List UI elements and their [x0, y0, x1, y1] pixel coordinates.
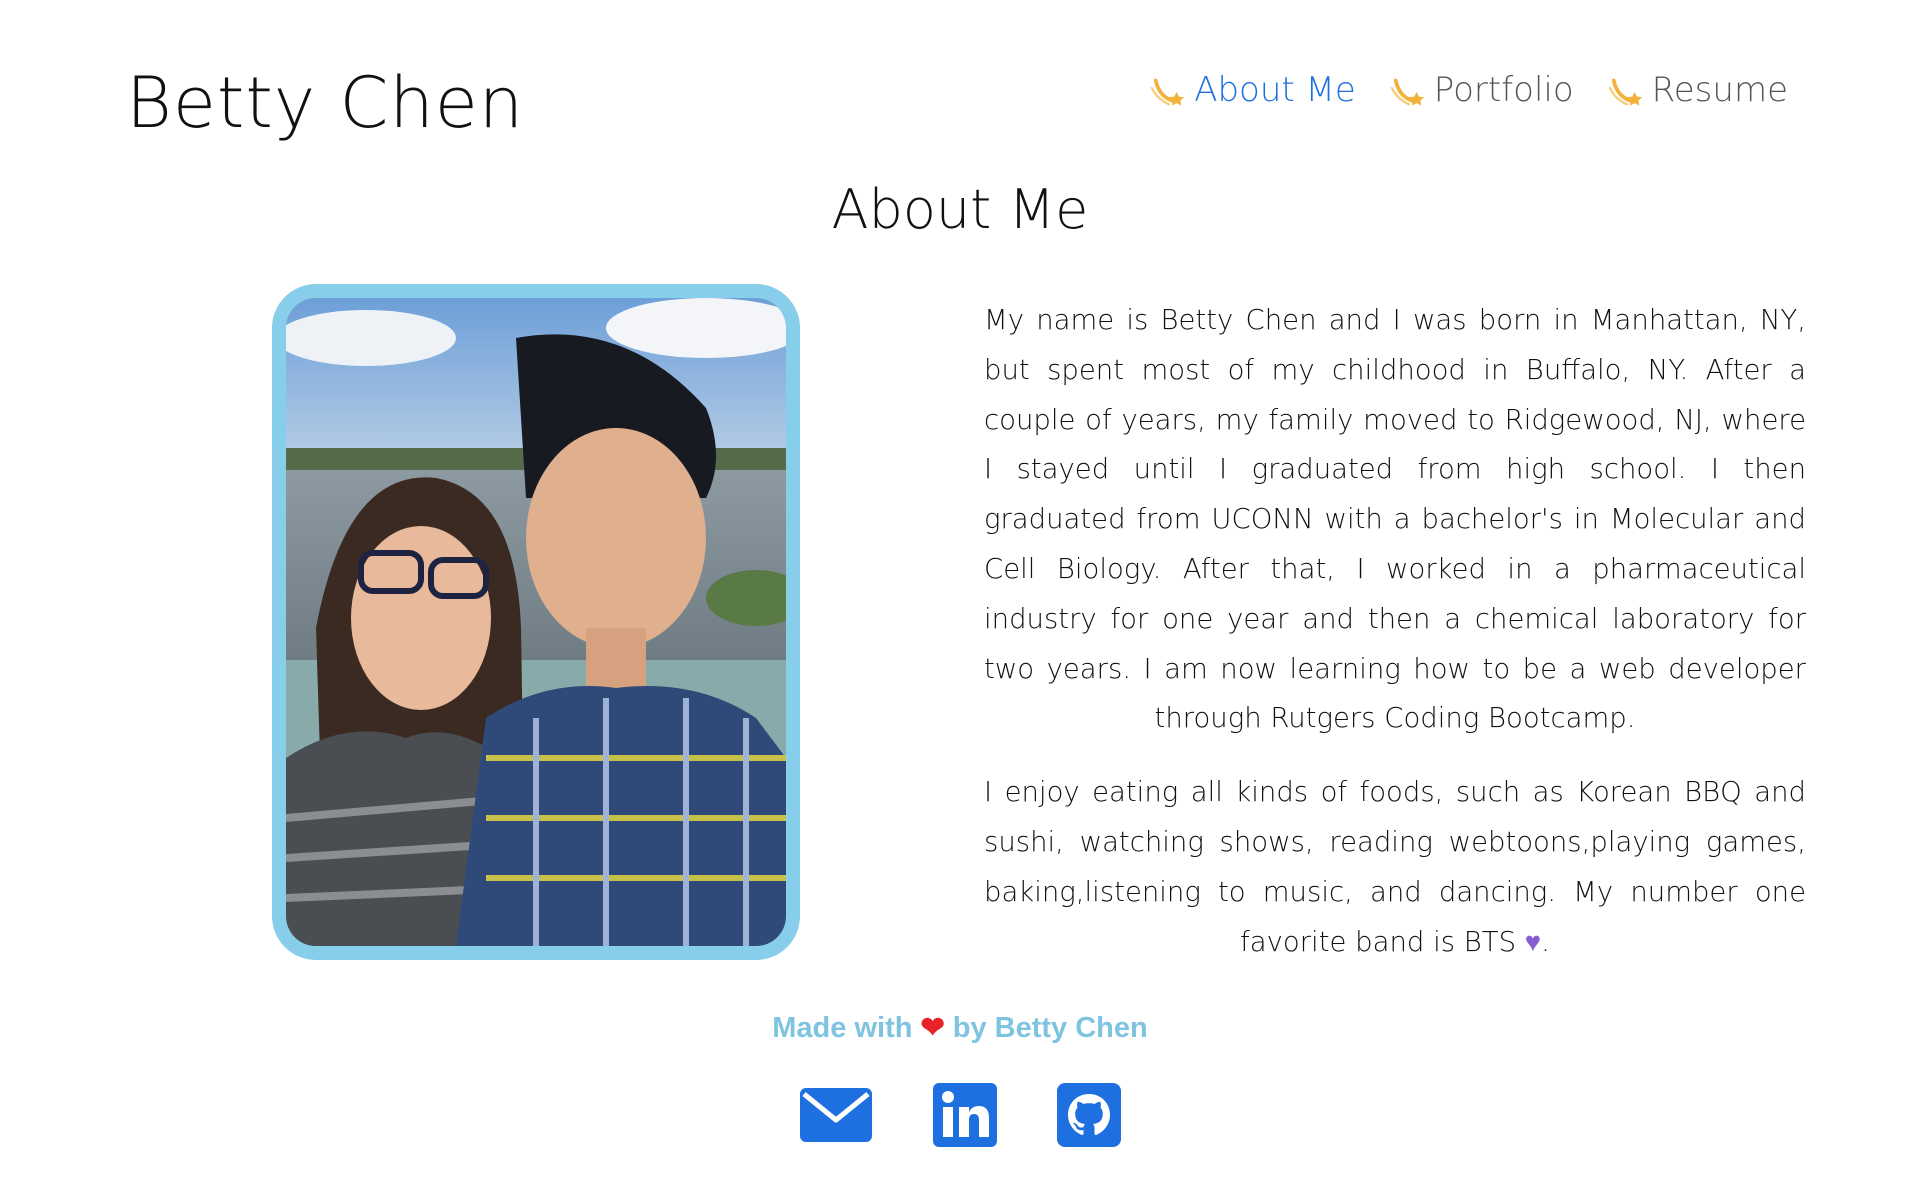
bio: My name is Betty Chen and I was born in …: [984, 296, 1806, 991]
nav-about-me[interactable]: About Me: [1150, 70, 1356, 110]
shooting-star-icon: [1390, 78, 1424, 106]
nav-about-me-label: About Me: [1194, 70, 1356, 110]
footer-credit: Made with ❤ by Betty Chen: [0, 1010, 1920, 1045]
shooting-star-icon: [1150, 78, 1185, 106]
red-heart-icon: ❤: [920, 1012, 945, 1044]
site-title: Betty Chen: [126, 62, 525, 144]
nav-resume-label: Resume: [1651, 70, 1788, 110]
github-icon: [1057, 1083, 1121, 1147]
main-nav: About Me Portfolio Resume: [1150, 70, 1788, 110]
page-heading: About Me: [831, 178, 1089, 241]
nav-resume[interactable]: Resume: [1608, 70, 1788, 110]
email-link[interactable]: [798, 1082, 874, 1148]
by-author-text: by Betty Chen: [952, 1012, 1148, 1044]
social-links: [0, 1082, 1920, 1148]
linkedin-link[interactable]: [932, 1082, 998, 1148]
github-link[interactable]: [1056, 1082, 1122, 1148]
bio-paragraph-1: My name is Betty Chen and I was born in …: [984, 304, 1806, 735]
profile-photo: [272, 284, 800, 960]
email-icon: [800, 1088, 872, 1142]
purple-heart-icon: ♥: [1524, 925, 1542, 958]
nav-portfolio[interactable]: Portfolio: [1390, 70, 1574, 110]
shooting-star-icon: [1608, 78, 1642, 106]
couple-photo: [286, 298, 786, 946]
made-with-text: Made with: [772, 1012, 913, 1044]
linkedin-icon: [933, 1083, 997, 1147]
nav-portfolio-label: Portfolio: [1433, 70, 1574, 110]
bio-paragraph-2-text: I enjoy eating all kinds of foods, such …: [984, 776, 1806, 958]
bio-paragraph-2-end: .: [1541, 925, 1550, 958]
bio-paragraph-2: I enjoy eating all kinds of foods, such …: [984, 768, 1806, 967]
